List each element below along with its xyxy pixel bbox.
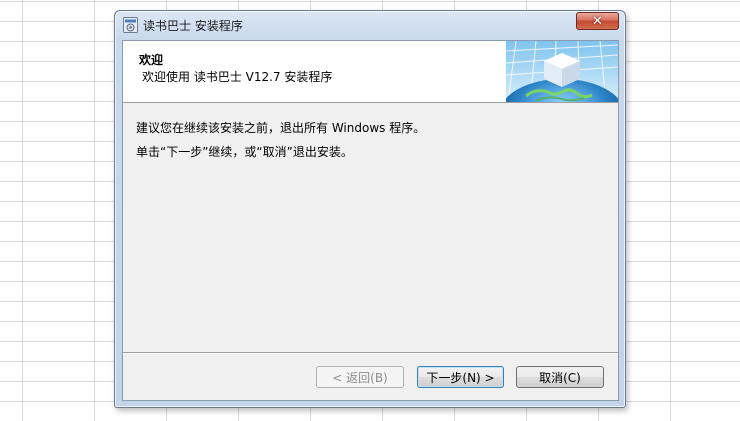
hint-text: 单击“下一步”继续，或“取消”退出安装。 [136, 145, 353, 159]
dialog-body: 欢迎 欢迎使用 读书巴士 V12.7 安装程序 建议您在继续该安装之前，退出所有… [122, 40, 619, 401]
close-button[interactable]: ✕ [576, 12, 619, 30]
globe-cube-graphic [506, 41, 618, 102]
next-button[interactable]: 下一步(N) > [417, 366, 504, 388]
page-subtitle: 欢迎使用 读书巴士 V12.7 安装程序 [142, 70, 333, 84]
installer-dialog: 读书巴士 安装程序 ✕ 欢迎 欢迎使用 读书巴士 V12.7 安装程序 建议您在… [114, 10, 626, 408]
wizard-header: 欢迎 欢迎使用 读书巴士 V12.7 安装程序 [123, 41, 618, 103]
cancel-button[interactable]: 取消(C) [516, 366, 604, 388]
divider [123, 352, 618, 354]
installer-icon [123, 17, 138, 33]
back-button[interactable]: < 返回(B) [316, 366, 404, 388]
title-bar[interactable]: 读书巴士 安装程序 ✕ [115, 11, 625, 39]
close-icon: ✕ [592, 13, 603, 29]
page-title: 欢迎 [139, 53, 164, 67]
window-title: 读书巴士 安装程序 [143, 19, 243, 33]
instruction-text: 建议您在继续该安装之前，退出所有 Windows 程序。 [136, 121, 426, 135]
